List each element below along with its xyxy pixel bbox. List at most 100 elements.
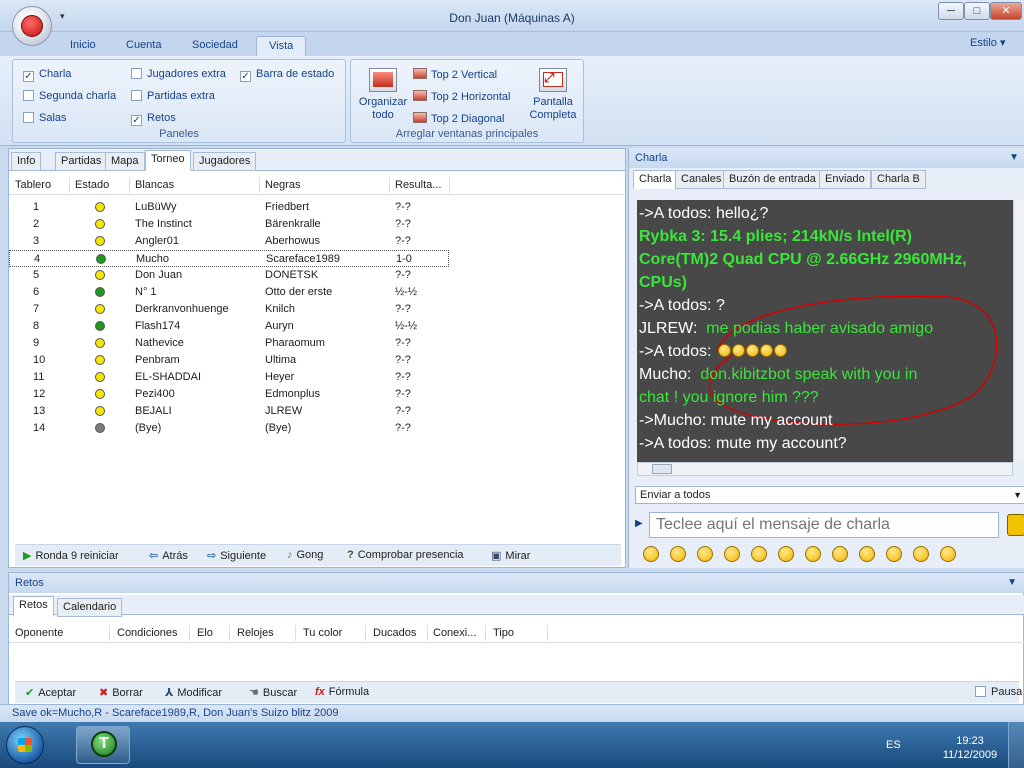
column-divider[interactable] xyxy=(259,177,260,193)
col-ducados[interactable]: Ducados xyxy=(373,627,416,639)
emoticon-icon[interactable] xyxy=(886,546,902,562)
start-button[interactable] xyxy=(6,726,44,764)
table-row[interactable]: 9 Nathevice Pharaomum ?-? xyxy=(9,335,449,352)
col-resultado[interactable]: Resulta... xyxy=(395,179,441,191)
gong-button[interactable]: ♪ Gong xyxy=(287,549,323,561)
app-menu-button[interactable] xyxy=(12,6,52,46)
chat-messages[interactable]: ->A todos: hello¿? Rybka 3: 15.4 plies; 2… xyxy=(637,200,1013,462)
tab-jugadores[interactable]: Jugadores xyxy=(193,152,257,171)
chat-message-input[interactable] xyxy=(649,512,999,538)
col-estado[interactable]: Estado xyxy=(75,179,109,191)
column-divider[interactable] xyxy=(109,625,110,641)
column-divider[interactable] xyxy=(229,625,230,641)
clock[interactable]: 19:23 11/12/2009 xyxy=(940,734,1000,762)
minimize-button[interactable]: ─ xyxy=(938,2,964,20)
chat-vertical-scrollbar[interactable] xyxy=(1013,200,1024,462)
formula-button[interactable]: fx Fórmula xyxy=(315,686,369,698)
atras-button[interactable]: ⇦ Atrás xyxy=(149,549,188,562)
table-row[interactable]: 11 EL-SHADDAI Heyer ?-? xyxy=(9,369,449,386)
column-divider[interactable] xyxy=(295,625,296,641)
table-row[interactable]: 2 The Instinct Bärenkralle ?-? xyxy=(9,216,449,233)
comprobar-presencia-button[interactable]: ? Comprobar presencia xyxy=(347,549,464,561)
tab-charla[interactable]: Charla xyxy=(633,170,678,189)
top2-vertical-button[interactable]: Top 2 Vertical xyxy=(413,68,497,81)
col-negras[interactable]: Negras xyxy=(265,179,300,191)
emoticon-picker-button[interactable] xyxy=(1007,514,1024,536)
aceptar-button[interactable]: ✔ Aceptar xyxy=(25,686,76,699)
jugadores-extra-checkbox[interactable]: Jugadores extra xyxy=(131,68,226,80)
borrar-button[interactable]: ✖ Borrar xyxy=(99,686,143,699)
table-row[interactable]: 10 Penbram Ultima ?-? xyxy=(9,352,449,369)
ribbon-tab-vista[interactable]: Vista xyxy=(256,36,307,56)
emoticon-icon[interactable] xyxy=(940,546,956,562)
col-tablero[interactable]: Tablero xyxy=(15,179,51,191)
column-divider[interactable] xyxy=(547,625,548,641)
column-divider[interactable] xyxy=(427,625,428,641)
siguiente-button[interactable]: ⇨ Siguiente xyxy=(207,549,266,562)
column-divider[interactable] xyxy=(189,625,190,641)
tab-mapa[interactable]: Mapa xyxy=(105,152,145,171)
send-to-select[interactable]: Enviar a todos ▼ xyxy=(635,486,1024,504)
emoticon-icon[interactable] xyxy=(697,546,713,562)
col-relojes[interactable]: Relojes xyxy=(237,627,274,639)
col-blancas[interactable]: Blancas xyxy=(135,179,174,191)
ribbon-tab-inicio[interactable]: Inicio xyxy=(58,36,108,56)
show-desktop-button[interactable] xyxy=(1008,722,1024,768)
ribbon-tab-sociedad[interactable]: Sociedad xyxy=(180,36,250,56)
emoticon-icon[interactable] xyxy=(670,546,686,562)
maximize-button[interactable]: □ xyxy=(964,2,990,20)
emoticon-icon[interactable] xyxy=(805,546,821,562)
tab-canales[interactable]: Canales xyxy=(675,170,728,189)
ribbon-tab-cuenta[interactable]: Cuenta xyxy=(114,36,173,56)
table-row[interactable]: 14 (Bye) (Bye) ?-? xyxy=(9,420,449,437)
buscar-button[interactable]: ☚ Buscar xyxy=(249,686,297,699)
chevron-down-icon[interactable]: ▼ xyxy=(1007,573,1017,593)
close-button[interactable]: ✕ xyxy=(990,2,1022,20)
style-menu[interactable]: Estilo ▾ xyxy=(970,36,1006,49)
column-divider[interactable] xyxy=(389,177,390,193)
table-row[interactable]: 4 Mucho Scareface1989 1-0 xyxy=(9,250,449,267)
emoticon-icon[interactable] xyxy=(913,546,929,562)
table-row[interactable]: 6 N° 1 Otto der erste ½-½ xyxy=(9,284,449,301)
salas-checkbox[interactable]: Salas xyxy=(23,112,67,124)
segunda-charla-checkbox[interactable]: Segunda charla xyxy=(23,90,116,102)
pantalla-completa-button[interactable]: ⤢ Pantalla Completa xyxy=(525,68,581,122)
tab-enviado[interactable]: Enviado xyxy=(819,170,871,189)
tab-partidas[interactable]: Partidas xyxy=(55,152,108,171)
tab-retos[interactable]: Retos xyxy=(13,596,54,617)
top2-diagonal-button[interactable]: Top 2 Diagonal xyxy=(413,112,504,125)
chevron-down-icon[interactable]: ▼ xyxy=(1009,148,1019,168)
table-row[interactable]: 3 Angler01 Aberhowus ?-? xyxy=(9,233,449,250)
pausa-checkbox[interactable]: Pausa xyxy=(975,686,1022,698)
emoticon-icon[interactable] xyxy=(859,546,875,562)
table-row[interactable]: 5 Don Juan DONETSK ?-? xyxy=(9,267,449,284)
tab-info[interactable]: Info xyxy=(11,152,42,171)
column-divider[interactable] xyxy=(449,177,450,193)
col-condiciones[interactable]: Condiciones xyxy=(117,627,178,639)
table-row[interactable]: 1 LuBüWy Friedbert ?-? xyxy=(9,199,449,216)
tab-calendario[interactable]: Calendario xyxy=(57,598,123,617)
emoticon-icon[interactable] xyxy=(724,546,740,562)
column-divider[interactable] xyxy=(69,177,70,193)
emoticon-icon[interactable] xyxy=(751,546,767,562)
table-row[interactable]: 8 Flash174 Auryn ½-½ xyxy=(9,318,449,335)
charla-checkbox[interactable]: ✓ Charla xyxy=(23,68,71,82)
emoticon-icon[interactable] xyxy=(778,546,794,562)
scroll-thumb[interactable] xyxy=(652,464,672,474)
organizar-todo-button[interactable]: Organizar todo xyxy=(355,68,411,122)
emoticon-icon[interactable] xyxy=(832,546,848,562)
top2-horizontal-button[interactable]: Top 2 Horizontal xyxy=(413,90,511,103)
modificar-button[interactable]: ⅄ Modificar xyxy=(165,686,222,699)
col-conexion[interactable]: Conexi... xyxy=(433,627,476,639)
tab-charla-b[interactable]: Charla B xyxy=(871,170,926,189)
taskbar-app-button[interactable]: T xyxy=(76,726,130,764)
mirar-button[interactable]: ▣ Mirar xyxy=(491,549,530,562)
language-indicator[interactable]: ES xyxy=(886,739,901,751)
barra-de-estado-checkbox[interactable]: ✓ Barra de estado xyxy=(240,68,334,82)
table-row[interactable]: 12 Pezi400 Edmonplus ?-? xyxy=(9,386,449,403)
col-elo[interactable]: Elo xyxy=(197,627,213,639)
col-tu-color[interactable]: Tu color xyxy=(303,627,342,639)
partidas-extra-checkbox[interactable]: Partidas extra xyxy=(131,90,215,102)
tab-torneo[interactable]: Torneo xyxy=(145,150,191,171)
col-oponente[interactable]: Oponente xyxy=(15,627,63,639)
